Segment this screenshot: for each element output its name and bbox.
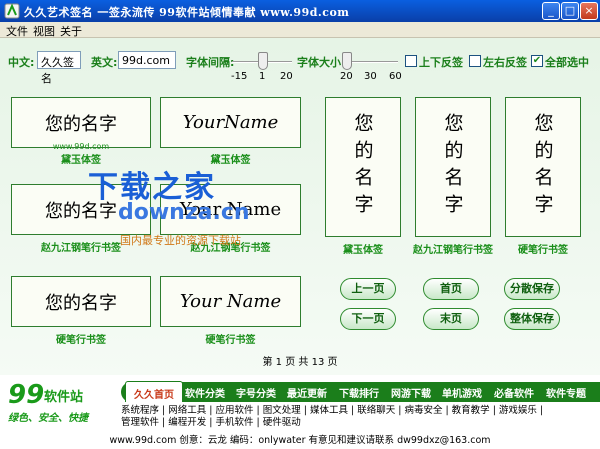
site-logo[interactable]: 99 软件站 绿色、安全、快捷 <box>4 380 114 424</box>
signature-card-5[interactable]: 您的名字 <box>11 276 151 327</box>
save-separately-button[interactable]: 分散保存 <box>504 278 560 300</box>
flip-vertical-label: 上下反签 <box>419 56 463 69</box>
logo-brand: 软件站 <box>44 390 84 405</box>
select-all-checkbox[interactable]: ✔ <box>531 55 543 67</box>
save-all-button[interactable]: 整体保存 <box>504 308 560 330</box>
spacing-slider-thumb[interactable] <box>258 52 268 70</box>
spacing-tick-max: 20 <box>280 71 293 82</box>
signature-preview: 您的名字 <box>441 113 464 221</box>
signature-preview: 您的名字 <box>351 113 374 221</box>
footer-credits: www.99d.com 创意：云龙 编码：onlywater 有意见和建议请联系… <box>109 435 491 446</box>
size-label: 字体大小 <box>297 56 341 69</box>
app-icon <box>4 3 20 19</box>
maximize-button[interactable]: □ <box>561 2 579 20</box>
size-tick-mid: 30 <box>364 71 377 82</box>
site-banner: 99 软件站 绿色、安全、快捷 久久首页 软件分类 字号分类 最近更新 下载排行… <box>0 375 600 449</box>
minimize-button[interactable]: _ <box>542 2 560 20</box>
signature-card-2[interactable]: YourName <box>160 97 301 148</box>
nav-home[interactable]: 久久首页 <box>125 381 183 402</box>
card-url: www.99d.com <box>52 142 110 151</box>
flip-horizontal-checkbox[interactable] <box>469 55 481 67</box>
logo-slogan: 绿色、安全、快捷 <box>8 413 88 424</box>
size-tick-min: 20 <box>340 71 353 82</box>
spacing-label: 字体间隔: <box>186 56 235 69</box>
signature-preview: 您的名字 <box>45 113 117 135</box>
nav-online-games[interactable]: 网游下载 <box>391 385 431 400</box>
size-tick-max: 60 <box>389 71 402 82</box>
pagination-status: 第 1 页 共 13 页 <box>262 357 338 368</box>
last-page-button[interactable]: 末页 <box>423 308 479 330</box>
menu-file[interactable]: 文件 <box>6 23 28 39</box>
signature-preview: Your Name <box>179 291 282 312</box>
spacing-tick-mid: 1 <box>259 71 266 82</box>
signature-card-6[interactable]: 您的名字 <box>415 97 491 237</box>
signature-card-3[interactable]: 您的名字 <box>325 97 401 237</box>
settings-toolbar: 中文: 久久签名 英文: 99d.com 字体间隔: -15 1 20 字体大小… <box>0 50 600 92</box>
signature-preview: 您的名字 <box>45 292 117 314</box>
card-caption: 硬笔行书签 <box>56 335 106 346</box>
main-panel: 中文: 久久签名 英文: 99d.com 字体间隔: -15 1 20 字体大小… <box>0 38 600 375</box>
site-nav: 久久首页 软件分类 字号分类 最近更新 下载排行 网游下载 单机游戏 必备软件 … <box>121 381 600 402</box>
next-page-button[interactable]: 下一页 <box>340 308 396 330</box>
select-all-label: 全部选中 <box>545 56 589 69</box>
cn-label: 中文: <box>8 56 35 69</box>
window-title: 久久艺术签名 一签永流传 99软件站倾情奉献 www.99d.com <box>24 6 350 19</box>
flip-horizontal-label: 左右反签 <box>483 56 527 69</box>
title-bar: 久久艺术签名 一签永流传 99软件站倾情奉献 www.99d.com _ □ × <box>0 0 600 22</box>
spacing-tick-min: -15 <box>231 71 248 82</box>
menu-bar: 文件 视图 关于 <box>0 22 600 38</box>
close-button[interactable]: × <box>580 2 598 20</box>
menu-view[interactable]: 视图 <box>33 23 55 39</box>
nav-software-category[interactable]: 软件分类 <box>185 385 225 400</box>
signature-card-1[interactable]: 您的名字 <box>11 97 151 148</box>
nav-single-games[interactable]: 单机游戏 <box>442 385 482 400</box>
signature-card-8[interactable]: 您的名字 <box>505 97 581 237</box>
first-page-button[interactable]: 首页 <box>423 278 479 300</box>
nav-font-category[interactable]: 字号分类 <box>236 385 276 400</box>
category-links-line2[interactable]: 管理软件 | 编程开发 | 手机软件 | 硬件驱动 <box>121 417 600 429</box>
nav-essential-software[interactable]: 必备软件 <box>494 385 534 400</box>
size-slider-thumb[interactable] <box>342 52 352 70</box>
prev-page-button[interactable]: 上一页 <box>340 278 396 300</box>
nav-software-topics[interactable]: 软件专题 <box>546 385 586 400</box>
en-label: 英文: <box>91 56 118 69</box>
card-caption: 硬笔行书签 <box>518 245 568 256</box>
category-links-line1[interactable]: 系统程序 | 网络工具 | 应用软件 | 图文处理 | 媒体工具 | 联络聊天 … <box>121 405 600 417</box>
card-caption: 赵九江钢笔行书签 <box>413 245 493 256</box>
category-links[interactable]: 系统程序 | 网络工具 | 应用软件 | 图文处理 | 媒体工具 | 联络聊天 … <box>121 405 600 429</box>
menu-about[interactable]: 关于 <box>60 23 82 39</box>
en-name-input[interactable]: 99d.com <box>118 51 176 69</box>
signature-card-9[interactable]: Your Name <box>160 276 301 327</box>
card-caption: 黛玉体签 <box>343 245 383 256</box>
watermark-slogan: 国内最专业的资源下载站 <box>120 234 241 247</box>
signature-preview: 您的名字 <box>531 113 554 221</box>
nav-download-rank[interactable]: 下载排行 <box>339 385 379 400</box>
nav-recent-updates[interactable]: 最近更新 <box>287 385 327 400</box>
signature-preview: YourName <box>182 112 279 133</box>
watermark-domain: downza.cn <box>118 200 250 225</box>
flip-vertical-checkbox[interactable] <box>405 55 417 67</box>
cn-name-input[interactable]: 久久签名 <box>37 51 81 85</box>
card-caption: 硬笔行书签 <box>205 335 256 346</box>
logo-number: 99 <box>8 380 45 410</box>
